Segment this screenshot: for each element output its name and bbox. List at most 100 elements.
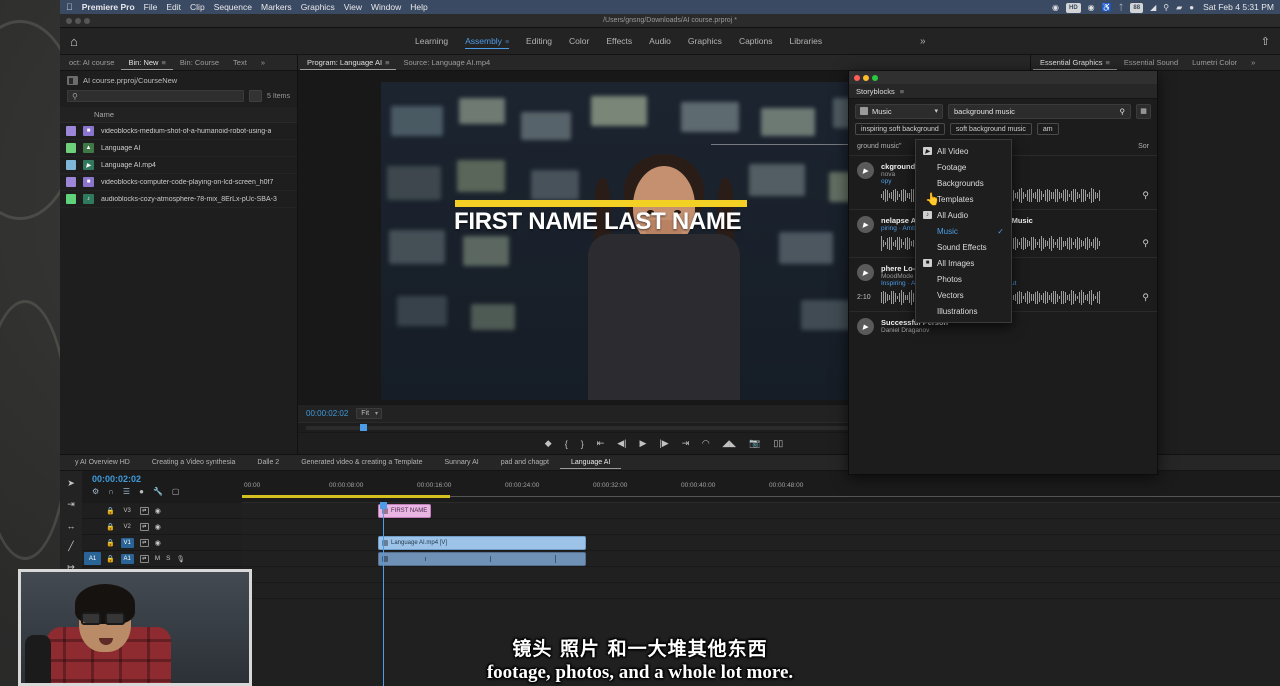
dropdown-item-all-images[interactable]: ■ All Images bbox=[916, 255, 1011, 271]
tab-text[interactable]: Text bbox=[226, 56, 254, 69]
control-center-icon[interactable]: ▰ bbox=[1176, 3, 1182, 12]
play-icon[interactable]: ▶ bbox=[640, 438, 647, 449]
zoom-level-select[interactable]: Fit bbox=[356, 408, 382, 419]
timeline-tab-generated-video-template[interactable]: Generated video & creating a Template bbox=[290, 457, 433, 468]
share-icon[interactable]: ⇧ bbox=[1261, 35, 1270, 48]
step-back-icon[interactable]: ◀| bbox=[617, 438, 626, 449]
workspace-tab-graphics[interactable]: Graphics bbox=[688, 34, 722, 48]
eye-icon[interactable]: ◉ bbox=[155, 539, 161, 547]
track-header-a1[interactable]: A1 🔒 A1 ⇄ M S 🎙 bbox=[82, 551, 242, 567]
dropdown-item-vectors[interactable]: Vectors bbox=[916, 287, 1011, 303]
workspace-tab-captions[interactable]: Captions bbox=[739, 34, 773, 48]
dropdown-item-photos[interactable]: Photos bbox=[916, 271, 1011, 287]
storyblocks-tab-label[interactable]: Storyblocks bbox=[856, 87, 895, 96]
grid-view-icon[interactable]: ▦ bbox=[1136, 104, 1151, 119]
list-item[interactable]: ■ videoblocks-medium-shot-of-a-humanoid-… bbox=[60, 123, 297, 140]
apple-logo-icon[interactable]:  bbox=[66, 2, 73, 12]
settings-icon[interactable]: 🔧 bbox=[153, 487, 163, 496]
track-select-tool-icon[interactable]: ⇥ bbox=[64, 498, 78, 511]
timeline-tab-language-ai[interactable]: Language AI bbox=[560, 457, 621, 469]
project-column-header[interactable]: Name bbox=[60, 107, 297, 123]
dropdown-item-backgrounds[interactable]: Backgrounds bbox=[916, 175, 1011, 191]
project-tabs-overflow-icon[interactable]: » bbox=[254, 56, 272, 69]
timeline-tab-dalle-2[interactable]: Dalle 2 bbox=[246, 457, 290, 468]
bluetooth-icon[interactable]: ᛏ bbox=[1119, 3, 1124, 12]
extract-icon[interactable]: ◢◣ bbox=[722, 438, 736, 449]
workspace-tab-libraries[interactable]: Libraries bbox=[790, 34, 823, 48]
monitor-playhead[interactable] bbox=[360, 424, 367, 431]
menu-graphics[interactable]: Graphics bbox=[301, 2, 335, 12]
play-icon[interactable]: ▶ bbox=[857, 162, 874, 179]
sync-lock-icon[interactable]: ⇄ bbox=[140, 539, 149, 547]
timeline-clip-language-ai[interactable]: Language AI.mp4 [V] bbox=[378, 536, 586, 550]
menu-markers[interactable]: Markers bbox=[261, 2, 292, 12]
menu-edit[interactable]: Edit bbox=[166, 2, 181, 12]
lock-icon[interactable]: 🔒 bbox=[106, 539, 115, 547]
play-icon[interactable]: ▶ bbox=[857, 216, 874, 233]
workspace-tab-learning[interactable]: Learning bbox=[415, 34, 448, 48]
track-header-v1[interactable]: 🔒 V1 ⇄ ◉ bbox=[82, 535, 242, 551]
maximize-icon[interactable] bbox=[872, 75, 878, 81]
sync-lock-icon[interactable]: ⇄ bbox=[140, 555, 149, 563]
workspace-tab-audio[interactable]: Audio bbox=[649, 34, 671, 48]
track-name-label[interactable]: V2 bbox=[121, 522, 134, 532]
mark-in-icon[interactable]: { bbox=[565, 439, 568, 449]
siri-icon[interactable]: ● bbox=[1189, 3, 1194, 12]
sort-label[interactable]: Sor bbox=[1138, 143, 1149, 150]
filter-bin-icon[interactable] bbox=[249, 90, 262, 102]
screen-record-icon[interactable]: ◉ bbox=[1052, 3, 1059, 12]
dropdown-item-sound-effects[interactable]: Sound Effects bbox=[916, 239, 1011, 255]
snap-icon[interactable]: ⚙ bbox=[92, 487, 99, 496]
tab-project-ai-course[interactable]: oct: AI course bbox=[62, 56, 121, 69]
razor-tool-icon[interactable]: ╱ bbox=[64, 540, 78, 553]
caption-icon[interactable]: ▢ bbox=[172, 487, 180, 496]
tab-source-language-ai-mp4[interactable]: Source: Language AI.mp4 bbox=[396, 56, 497, 69]
home-icon[interactable]: ⌂ bbox=[70, 34, 78, 49]
linked-selection-icon[interactable]: ∩ bbox=[108, 487, 114, 496]
category-dropdown-menu[interactable]: ▶ All Video Footage Backgrounds Template… bbox=[915, 139, 1012, 323]
sync-lock-icon[interactable]: ⇄ bbox=[140, 523, 149, 531]
panel-menu-icon[interactable]: ≡ bbox=[505, 39, 509, 46]
export-frame-icon[interactable]: 📷 bbox=[749, 438, 760, 449]
tab-essential-graphics[interactable]: Essential Graphics≡ bbox=[1033, 56, 1117, 70]
wifi-icon[interactable]: ◢ bbox=[1150, 3, 1156, 12]
panel-menu-icon[interactable]: ≡ bbox=[900, 87, 904, 96]
preview-icon[interactable]: ⚲ bbox=[1142, 238, 1149, 249]
work-area-bar[interactable] bbox=[242, 495, 450, 498]
panel-menu-icon[interactable]: ≡ bbox=[1106, 58, 1110, 67]
close-icon[interactable] bbox=[854, 75, 860, 81]
menu-clip[interactable]: Clip bbox=[190, 2, 205, 12]
eye-icon[interactable]: ◉ bbox=[155, 523, 161, 531]
lock-icon[interactable]: 🔒 bbox=[106, 507, 115, 515]
timeline-tab-creating-a-video-synthesia[interactable]: Creating a Video synthesia bbox=[141, 457, 247, 468]
color-wheel-icon[interactable]: ◉ bbox=[1088, 3, 1095, 12]
play-icon[interactable]: ▶ bbox=[857, 264, 874, 281]
source-patch-a1[interactable]: A1 bbox=[84, 552, 101, 565]
list-item[interactable]: ▲ Language AI bbox=[60, 140, 297, 157]
chip-soft-background-music[interactable]: soft background music bbox=[950, 123, 1032, 135]
workspace-tab-color[interactable]: Color bbox=[569, 34, 589, 48]
dropdown-item-footage[interactable]: Footage bbox=[916, 159, 1011, 175]
sync-lock-icon[interactable]: ⇄ bbox=[140, 507, 149, 515]
timeline-timecode[interactable]: 00:00:02:02 bbox=[92, 474, 242, 484]
mute-icon[interactable]: M bbox=[155, 555, 160, 562]
mark-out-icon[interactable]: } bbox=[581, 439, 584, 449]
step-forward-icon[interactable]: |▶ bbox=[659, 438, 668, 449]
preview-icon[interactable]: ⚲ bbox=[1142, 292, 1149, 303]
dropdown-item-illustrations[interactable]: Illustrations bbox=[916, 303, 1011, 319]
chip-inspiring-soft-background[interactable]: inspiring soft background bbox=[855, 123, 945, 135]
workspace-tab-assembly[interactable]: Assembly≡ bbox=[465, 34, 509, 49]
storyblocks-search-input[interactable]: background music ⚲ bbox=[948, 104, 1131, 119]
timeline-clip-audio[interactable] bbox=[378, 552, 586, 566]
go-to-in-icon[interactable]: ⇤ bbox=[597, 438, 605, 449]
tab-bin-course[interactable]: Bin: Course bbox=[173, 56, 226, 69]
lock-icon[interactable]: 🔒 bbox=[106, 523, 115, 531]
workspace-overflow-icon[interactable]: » bbox=[920, 36, 926, 47]
list-item[interactable]: ■ videoblocks-computer-code-playing-on-l… bbox=[60, 174, 297, 191]
track-name-label[interactable]: V1 bbox=[121, 538, 134, 548]
voice-over-icon[interactable]: 🎙 bbox=[176, 555, 184, 563]
dropdown-item-all-audio[interactable]: ♪ All Audio bbox=[916, 207, 1011, 223]
panel-menu-icon[interactable]: ≡ bbox=[161, 58, 165, 67]
menu-window[interactable]: Window bbox=[371, 2, 401, 12]
tab-essential-sound[interactable]: Essential Sound bbox=[1117, 56, 1185, 69]
